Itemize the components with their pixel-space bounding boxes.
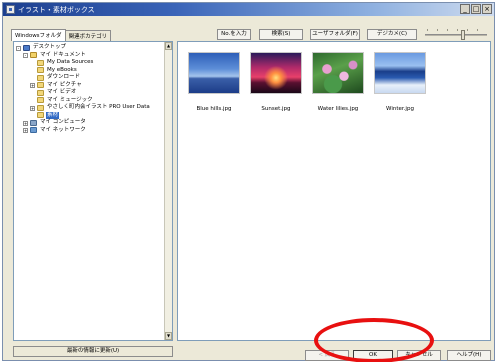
folder-icon <box>37 104 44 111</box>
thumbnail-item[interactable]: Sunset.jpg <box>250 52 302 114</box>
tree-item-label: ダウンロード <box>47 74 81 80</box>
tree-item[interactable]: マイ ミュージック <box>16 97 162 105</box>
slider-thumb[interactable] <box>461 30 465 40</box>
collapse-icon[interactable]: - <box>23 53 28 58</box>
slider-tick <box>477 29 478 31</box>
refresh-button[interactable]: 最新の情報に更新(U) <box>13 346 173 357</box>
thumbnail-item[interactable]: Winter.jpg <box>374 52 426 114</box>
expand-icon[interactable]: + <box>23 128 28 133</box>
tree-item[interactable]: + マイ ネットワーク <box>16 127 162 135</box>
tree-item-label: マイ ドキュメント <box>40 51 86 58</box>
thumbnail-caption: Water lilies.jpg <box>317 106 359 112</box>
documents-icon <box>30 52 37 58</box>
tree-item-label: My eBooks <box>47 66 77 73</box>
tree-item-label: My Data Sources <box>47 59 94 65</box>
thumbnail-image[interactable] <box>188 52 240 94</box>
folder-icon <box>37 89 44 96</box>
thumbnail-item[interactable]: Blue hills.jpg <box>188 52 240 114</box>
folder-icon <box>37 82 44 88</box>
thumbnail-image[interactable] <box>250 52 302 94</box>
title-bar[interactable]: イラスト・素材ボックス _ □ × <box>3 3 494 16</box>
folder-icon <box>37 67 44 73</box>
folder-tree-panel: - デスクトップ - マイ ドキュメント My Data Sources My eBook… <box>13 41 173 341</box>
tree-item[interactable]: + マイ コンピュータ <box>16 119 162 127</box>
thumbnail-image[interactable] <box>312 52 364 94</box>
close-button[interactable]: × <box>482 4 492 14</box>
user-folder-button[interactable]: ユーザフォルダ(F) <box>310 29 360 40</box>
folder-tree: - デスクトップ - マイ ドキュメント My Data Sources My eBook… <box>16 44 162 134</box>
desktop-icon <box>23 44 30 51</box>
thumbnail-caption: Winter.jpg <box>386 106 414 112</box>
slider-tick <box>467 29 468 31</box>
folder-icon <box>37 74 44 81</box>
folder-icon <box>37 97 44 103</box>
app-icon <box>6 5 15 14</box>
thumbnail-caption: Sunset.jpg <box>261 106 291 112</box>
tree-item[interactable]: My eBooks <box>16 67 162 75</box>
expand-icon[interactable]: + <box>30 83 35 88</box>
search-button[interactable]: 検索(S) <box>259 29 303 40</box>
folder-icon <box>37 112 44 118</box>
back-button[interactable]: < 戻る <box>305 350 349 361</box>
tree-item[interactable]: My Data Sources <box>16 59 162 67</box>
tree-item[interactable]: 素材 <box>16 111 162 119</box>
scroll-down-icon[interactable]: ▼ <box>165 332 172 340</box>
tree-item[interactable]: ダウンロード <box>16 74 162 82</box>
tree-item-label: マイ コンピュータ <box>40 119 86 125</box>
expand-icon[interactable]: + <box>30 105 35 111</box>
tree-item[interactable]: + やさしく町内会イラスト PRO User Data <box>16 104 162 112</box>
thumbnail-size-slider[interactable] <box>423 29 489 41</box>
folder-tabs: Windowsフォルダ 関連ボカテゴリ <box>11 29 112 41</box>
scroll-up-icon[interactable]: ▲ <box>165 42 172 50</box>
help-button[interactable]: ヘルプ(H) <box>447 350 491 361</box>
maximize-button[interactable]: □ <box>471 4 481 14</box>
dialog-window: イラスト・素材ボックス _ □ × Windowsフォルダ 関連ボカテゴリ -デ… <box>2 2 495 361</box>
folder-icon <box>37 59 44 66</box>
collapse-icon[interactable]: - <box>16 45 21 51</box>
cancel-button[interactable]: キャンセル <box>397 350 441 361</box>
tab-related-category[interactable]: 関連ボカテゴリ <box>64 30 112 41</box>
ok-button[interactable]: OK <box>353 350 393 361</box>
tree-item[interactable]: マイ ビデオ <box>16 89 162 97</box>
digital-camera-button[interactable]: デジカメ(C) <box>367 29 417 40</box>
thumbnail-panel: Blue hills.jpg Sunset.jpg Water lilies.jpg… <box>177 41 491 341</box>
slider-tick <box>457 29 458 31</box>
network-icon <box>30 127 37 133</box>
expand-icon[interactable]: + <box>23 120 28 126</box>
tree-item-label: マイ ピクチャ <box>47 81 82 88</box>
tree-item-label: デスクトップ <box>33 44 67 50</box>
tree-item-label: マイ ビデオ <box>47 89 77 95</box>
number-input-button[interactable]: No.を入力 <box>217 29 251 40</box>
thumbnail-caption: Blue hills.jpg <box>196 106 232 112</box>
tree-item-label: 素材 <box>46 111 60 119</box>
tree-item-label: マイ ネットワーク <box>40 126 86 133</box>
tree-item-label: やさしく町内会イラスト PRO User Data <box>47 104 150 110</box>
tree-scrollbar[interactable]: ▲ ▼ <box>164 42 172 340</box>
thumbnail-item[interactable]: Water lilies.jpg <box>312 52 364 114</box>
minimize-button[interactable]: _ <box>460 4 470 14</box>
window-controls: _ □ × <box>460 4 492 14</box>
slider-tick <box>427 29 428 31</box>
slider-tick <box>447 29 448 31</box>
tree-item[interactable]: - マイ ドキュメント <box>16 52 162 60</box>
slider-track <box>425 34 487 36</box>
tab-windows-folder[interactable]: Windowsフォルダ <box>11 29 66 41</box>
thumbnail-image[interactable] <box>374 52 426 94</box>
tree-item[interactable]: - デスクトップ <box>16 44 162 52</box>
computer-icon <box>30 119 37 126</box>
tree-item-label: マイ ミュージック <box>47 96 93 103</box>
slider-tick <box>437 29 438 31</box>
window-title: イラスト・素材ボックス <box>18 6 95 14</box>
tree-item[interactable]: + マイ ピクチャ <box>16 82 162 90</box>
